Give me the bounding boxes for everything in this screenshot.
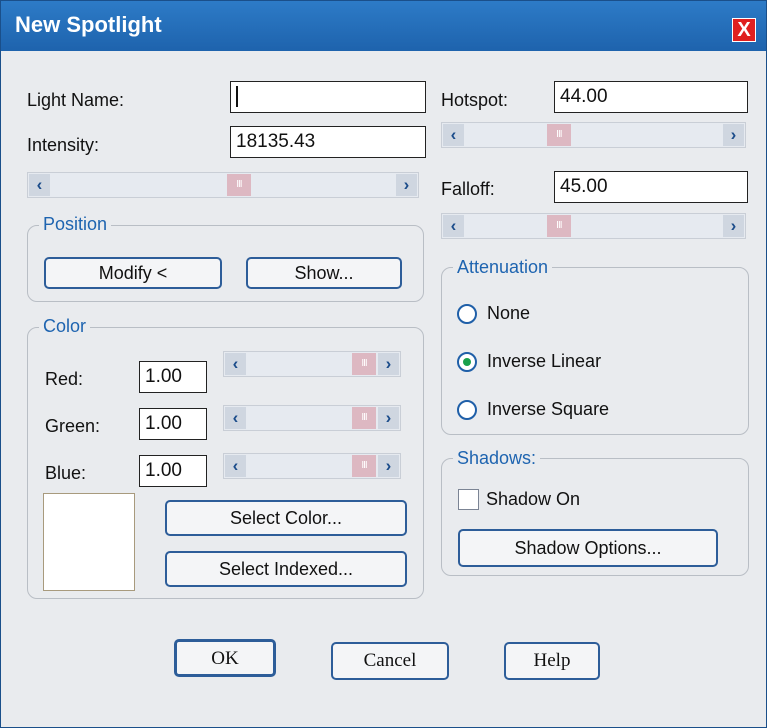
- scroll-right-icon[interactable]: ›: [378, 407, 399, 429]
- green-input[interactable]: 1.00: [139, 408, 207, 440]
- attenuation-none-radio[interactable]: [457, 304, 477, 324]
- shadow-options-button[interactable]: Shadow Options...: [458, 529, 718, 567]
- hotspot-label: Hotspot:: [441, 90, 509, 110]
- intensity-input[interactable]: 18135.43: [230, 126, 426, 158]
- select-color-button[interactable]: Select Color...: [165, 500, 407, 536]
- blue-label: Blue:: [45, 463, 87, 483]
- light-name-input[interactable]: [230, 81, 426, 113]
- scroll-right-icon[interactable]: ›: [378, 455, 399, 477]
- scroll-right-icon[interactable]: ›: [723, 215, 744, 237]
- blue-slider[interactable]: ‹ III ›: [223, 453, 401, 479]
- hotspot-slider[interactable]: ‹ III ›: [441, 122, 746, 148]
- dialog-title: New Spotlight: [15, 12, 162, 37]
- help-button[interactable]: Help: [504, 642, 600, 680]
- title-bar: New Spotlight X: [1, 1, 766, 51]
- hotspot-slider-thumb[interactable]: III: [546, 124, 571, 146]
- attenuation-inverse-linear-label: Inverse Linear: [487, 351, 602, 371]
- hotspot-input[interactable]: 44.00: [554, 81, 748, 113]
- scroll-right-icon[interactable]: ›: [396, 174, 417, 196]
- light-name-label: Light Name:: [27, 90, 125, 110]
- falloff-slider-thumb[interactable]: III: [546, 215, 571, 237]
- scroll-left-icon[interactable]: ‹: [225, 455, 246, 477]
- blue-input[interactable]: 1.00: [139, 455, 207, 487]
- cancel-button[interactable]: Cancel: [331, 642, 449, 680]
- new-spotlight-dialog: New Spotlight X Light Name: Intensity: 1…: [0, 0, 767, 728]
- scroll-left-icon[interactable]: ‹: [29, 174, 50, 196]
- intensity-label: Intensity:: [27, 135, 100, 155]
- attenuation-inverse-square-label: Inverse Square: [487, 399, 610, 419]
- close-button[interactable]: X: [732, 18, 756, 42]
- modify-button[interactable]: Modify <: [44, 257, 222, 289]
- blue-slider-thumb[interactable]: III: [352, 455, 376, 477]
- color-group-label: Color: [39, 316, 91, 337]
- attenuation-group-label: Attenuation: [453, 257, 553, 278]
- red-slider-thumb[interactable]: III: [352, 353, 376, 375]
- ok-button[interactable]: OK: [174, 639, 276, 677]
- falloff-label: Falloff:: [441, 179, 495, 199]
- scroll-left-icon[interactable]: ‹: [225, 407, 246, 429]
- intensity-slider-thumb[interactable]: III: [226, 174, 251, 196]
- attenuation-inverse-linear-radio[interactable]: [457, 352, 477, 372]
- green-slider[interactable]: ‹ III ›: [223, 405, 401, 431]
- red-input[interactable]: 1.00: [139, 361, 207, 393]
- scroll-left-icon[interactable]: ‹: [225, 353, 246, 375]
- attenuation-none-label: None: [487, 303, 531, 323]
- scroll-right-icon[interactable]: ›: [378, 353, 399, 375]
- scroll-left-icon[interactable]: ‹: [443, 215, 464, 237]
- falloff-slider[interactable]: ‹ III ›: [441, 213, 746, 239]
- red-slider[interactable]: ‹ III ›: [223, 351, 401, 377]
- scroll-right-icon[interactable]: ›: [723, 124, 744, 146]
- text-cursor: [236, 86, 238, 107]
- attenuation-inverse-square-radio[interactable]: [457, 400, 477, 420]
- green-slider-thumb[interactable]: III: [352, 407, 376, 429]
- red-label: Red:: [45, 369, 84, 389]
- color-swatch: [43, 493, 135, 591]
- scroll-left-icon[interactable]: ‹: [443, 124, 464, 146]
- shadow-on-checkbox[interactable]: [458, 489, 479, 510]
- falloff-input[interactable]: 45.00: [554, 171, 748, 203]
- green-label: Green:: [45, 416, 101, 436]
- select-indexed-button[interactable]: Select Indexed...: [165, 551, 407, 587]
- position-group-label: Position: [39, 214, 112, 235]
- shadow-on-label: Shadow On: [486, 489, 581, 509]
- intensity-slider[interactable]: ‹ III ›: [27, 172, 419, 198]
- shadows-group-label: Shadows:: [453, 448, 541, 469]
- show-button[interactable]: Show...: [246, 257, 402, 289]
